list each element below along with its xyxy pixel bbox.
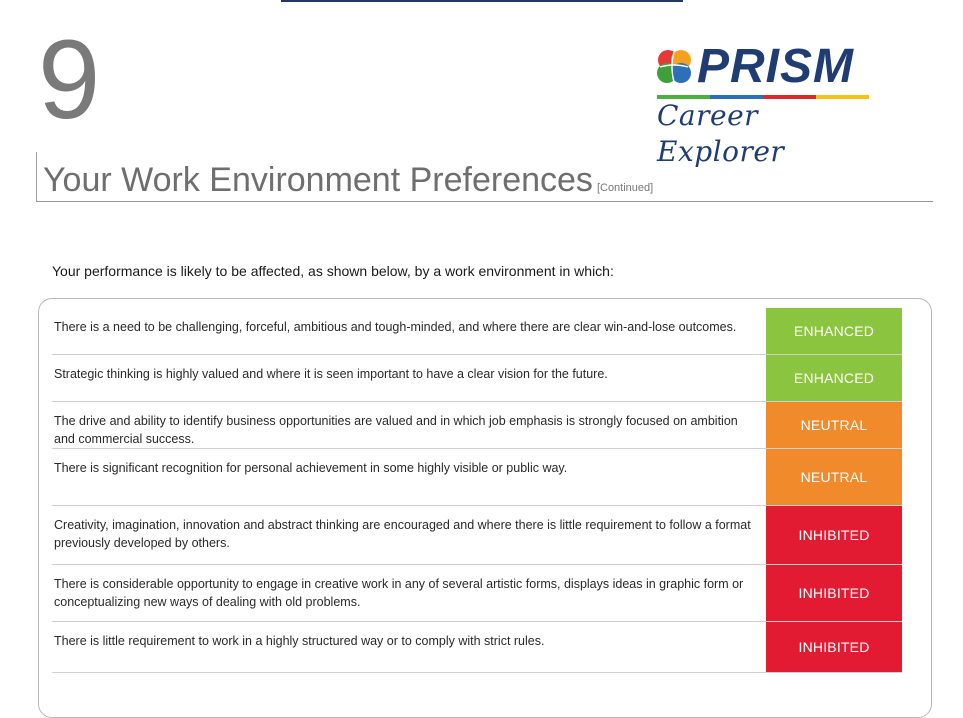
status-badge: NEUTRAL <box>766 402 902 448</box>
page-title: Your Work Environment Preferences [Contin… <box>43 158 653 210</box>
row-description: Strategic thinking is highly valued and … <box>54 367 608 381</box>
row-description: There is considerable opportunity to eng… <box>54 577 744 609</box>
logo-subtitle: Career Explorer <box>657 99 785 168</box>
preferences-table: There is a need to be challenging, force… <box>52 308 902 673</box>
brain-icon <box>657 50 691 83</box>
title-rule-vertical <box>36 152 37 202</box>
table-row: Creativity, imagination, innovation and … <box>52 506 902 565</box>
table-row: There is a need to be challenging, force… <box>52 308 902 355</box>
status-badge: INHIBITED <box>766 506 902 564</box>
top-rule <box>281 0 683 2</box>
table-row: The drive and ability to identify busine… <box>52 402 902 449</box>
logo-wordmark: PRISM <box>697 40 855 93</box>
page-title-continued: [Continued] <box>596 182 654 194</box>
table-row: There is considerable opportunity to eng… <box>52 565 902 622</box>
table-row: There is little requirement to work in a… <box>52 622 902 673</box>
status-badge: NEUTRAL <box>766 449 902 505</box>
row-description: The drive and ability to identify busine… <box>54 414 738 446</box>
row-description: There is little requirement to work in a… <box>54 634 545 648</box>
row-description: There is significant recognition for per… <box>54 461 568 475</box>
row-description: Creativity, imagination, innovation and … <box>54 518 751 550</box>
prism-logo: PRISM Career Explorer <box>655 38 875 168</box>
chapter-number: 9 <box>38 17 100 142</box>
status-badge: ENHANCED <box>766 355 902 401</box>
status-badge: ENHANCED <box>766 308 902 354</box>
intro-text: Your performance is likely to be affecte… <box>52 263 614 279</box>
page-title-text: Your Work Environment Preferences <box>43 161 593 199</box>
table-row: There is significant recognition for per… <box>52 449 902 506</box>
row-description: There is a need to be challenging, force… <box>54 320 737 334</box>
table-row: Strategic thinking is highly valued and … <box>52 355 902 402</box>
status-badge: INHIBITED <box>766 565 902 621</box>
status-badge: INHIBITED <box>766 622 902 672</box>
